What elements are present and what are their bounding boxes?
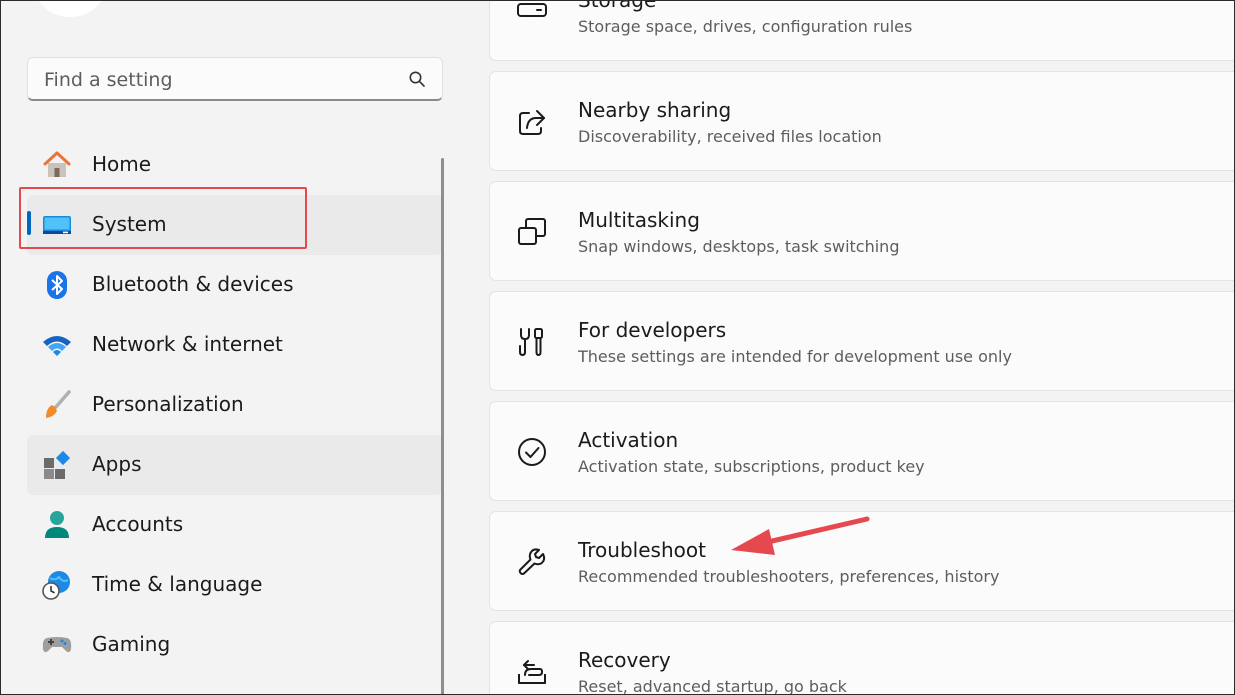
card-title: Nearby sharing	[578, 98, 732, 122]
apps-icon	[44, 450, 71, 479]
sidebar-item-network-internet[interactable]: Network & internet	[27, 315, 443, 375]
card-subtitle: Discoverability, received files location	[578, 127, 882, 146]
card-title: Activation	[578, 428, 679, 452]
wifi-icon	[43, 336, 71, 356]
card-title: Troubleshoot	[578, 538, 706, 562]
sidebar-item-time-language[interactable]: Time & language	[27, 555, 443, 615]
storage-drive-icon	[517, 3, 547, 17]
checkmark-circle-icon	[518, 438, 546, 466]
sidebar-item-label: Apps	[92, 452, 142, 476]
globe-clock-icon	[42, 571, 70, 600]
sidebar-item-apps[interactable]: Apps	[27, 435, 443, 495]
avatar[interactable]	[35, 1, 105, 17]
sidebar-item-bluetooth-devices[interactable]: Bluetooth & devices	[27, 255, 443, 315]
multitasking-icon	[518, 218, 546, 245]
settings-card-multitasking[interactable]: Multitasking Snap windows, desktops, tas…	[489, 181, 1234, 281]
card-subtitle: Reset, advanced startup, go back	[578, 677, 847, 695]
sidebar-item-home[interactable]: Home	[27, 135, 443, 195]
settings-card-storage[interactable]: Storage Storage space, drives, configura…	[489, 0, 1234, 61]
sidebar-item-label: Bluetooth & devices	[92, 272, 294, 296]
settings-card-nearby-sharing[interactable]: Nearby sharing Discoverability, received…	[489, 71, 1234, 171]
sidebar-item-accounts[interactable]: Accounts	[27, 495, 443, 555]
recovery-icon	[518, 660, 546, 684]
search-input[interactable]	[42, 64, 386, 96]
sidebar-item-label: Time & language	[92, 572, 263, 596]
settings-card-for-developers[interactable]: For developers These settings are intend…	[489, 291, 1234, 391]
card-subtitle: Storage space, drives, configuration rul…	[578, 17, 913, 36]
sidebar-item-label: Personalization	[92, 392, 244, 416]
settings-card-recovery[interactable]: Recovery Reset, advanced startup, go bac…	[489, 621, 1234, 695]
developer-tools-icon	[519, 328, 543, 357]
card-subtitle: Snap windows, desktops, task switching	[578, 237, 900, 256]
card-title: Storage	[578, 0, 657, 12]
sidebar-item-gaming[interactable]: Gaming	[27, 615, 443, 675]
account-icon	[45, 511, 69, 538]
annotation-arrow	[731, 516, 870, 555]
sidebar-item-label: Accounts	[92, 512, 184, 536]
card-subtitle: Activation state, subscriptions, product…	[578, 457, 925, 476]
sidebar-item-label: Gaming	[92, 632, 171, 656]
paintbrush-icon	[46, 390, 71, 418]
sidebar-item-label: Network & internet	[92, 332, 283, 356]
gamepad-icon	[42, 637, 72, 653]
card-subtitle: These settings are intended for developm…	[578, 347, 1012, 366]
sidebar-item-personalization[interactable]: Personalization	[27, 375, 443, 435]
settings-card-activation[interactable]: Activation Activation state, subscriptio…	[489, 401, 1234, 501]
card-title: For developers	[578, 318, 727, 342]
card-title: Multitasking	[578, 208, 700, 232]
bluetooth-icon	[47, 271, 67, 299]
card-subtitle: Recommended troubleshooters, preferences…	[578, 567, 1000, 586]
share-icon	[519, 110, 545, 135]
home-icon	[43, 151, 71, 177]
settings-window: Home System Bluetooth & devices	[0, 0, 1235, 695]
wrench-icon	[518, 548, 546, 575]
sidebar-scrollbar[interactable]	[441, 158, 444, 694]
annotation-highlight-box	[19, 187, 307, 249]
search-icon[interactable]	[408, 70, 426, 88]
sidebar-item-label: Home	[92, 152, 152, 176]
search-box[interactable]	[27, 57, 443, 101]
card-title: Recovery	[578, 648, 671, 672]
